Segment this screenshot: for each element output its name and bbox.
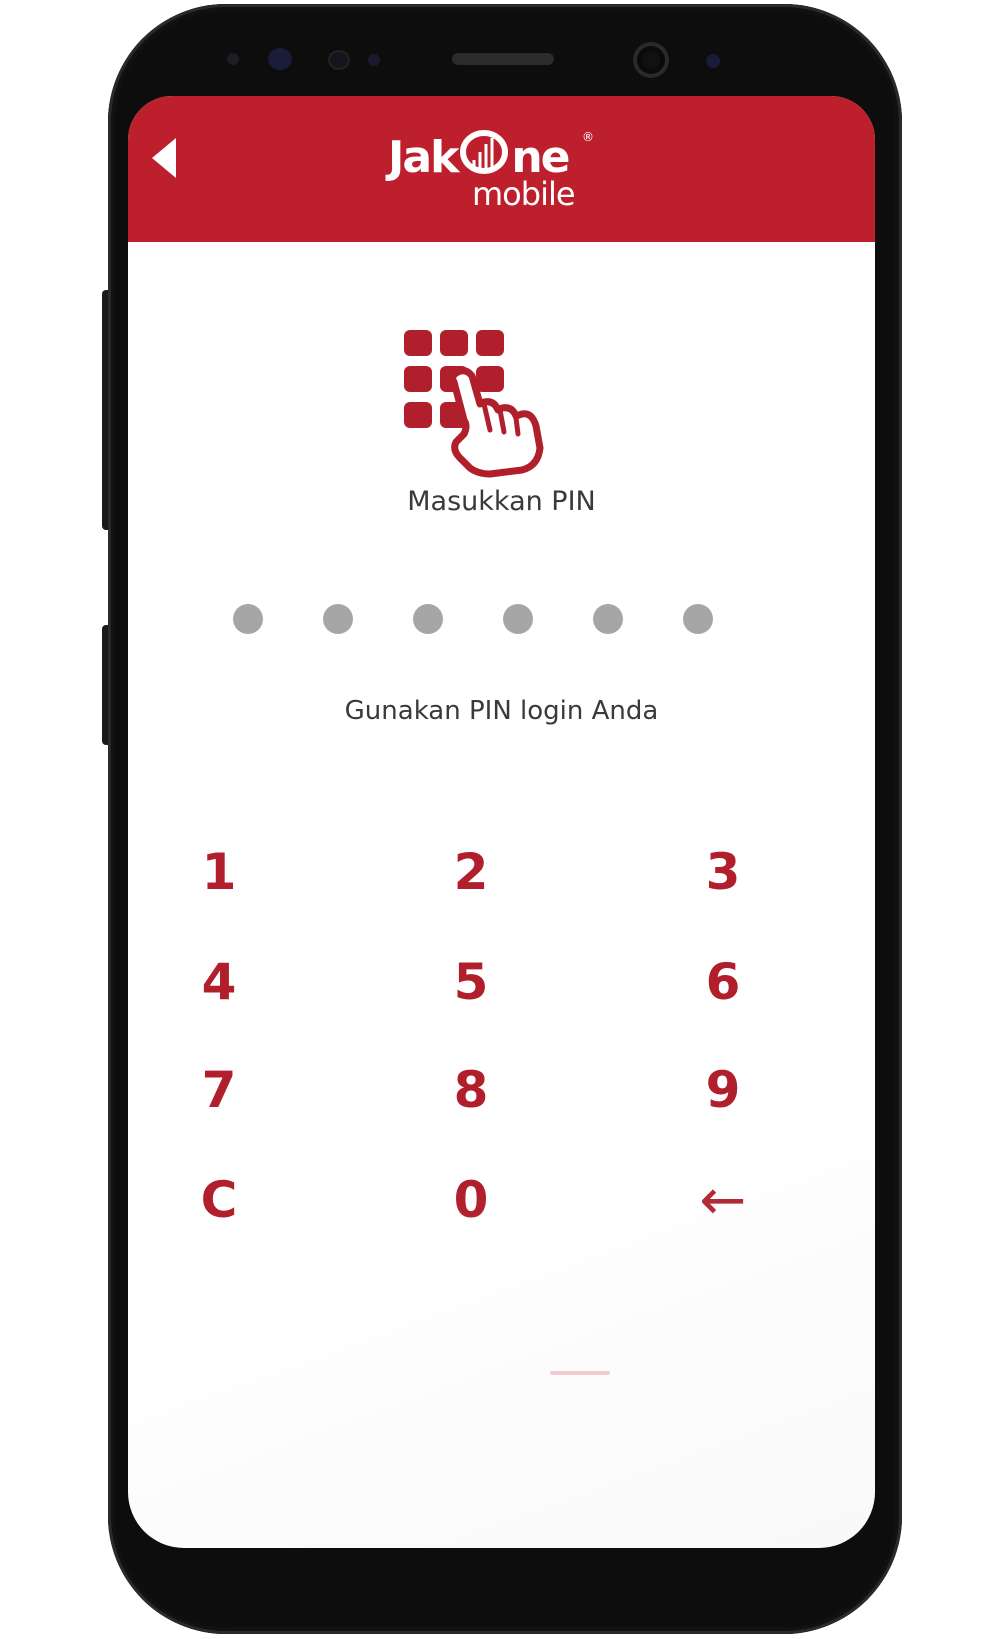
key-0[interactable]: 0 [426,1160,516,1240]
backspace-key[interactable]: ← [678,1160,768,1240]
clear-key[interactable]: C [174,1160,264,1240]
light-sensor [330,52,348,68]
proximity-sensor [227,53,239,65]
earpiece-speaker [452,53,554,65]
key-7[interactable]: 7 [174,1050,264,1130]
key-1[interactable]: 1 [174,832,264,912]
key-2[interactable]: 2 [426,832,516,912]
front-camera [633,42,669,78]
key-8[interactable]: 8 [426,1050,516,1130]
phone-screen: Jak ne ® mobile Masukkan PIN Gunakan PIN… [128,96,875,1548]
iris-camera [706,54,720,68]
home-indicator [550,1371,610,1375]
key-6[interactable]: 6 [678,942,768,1022]
stage: Jak ne ® mobile Masukkan PIN Gunakan PIN… [0,0,1000,1639]
key-4[interactable]: 4 [174,942,264,1022]
led-indicator [368,54,380,66]
pin-keypad: 1 2 3 4 5 6 7 8 9 C 0 ← [128,96,875,1548]
iris-sensor [268,48,292,70]
key-3[interactable]: 3 [678,832,768,912]
key-9[interactable]: 9 [678,1050,768,1130]
key-5[interactable]: 5 [426,942,516,1022]
